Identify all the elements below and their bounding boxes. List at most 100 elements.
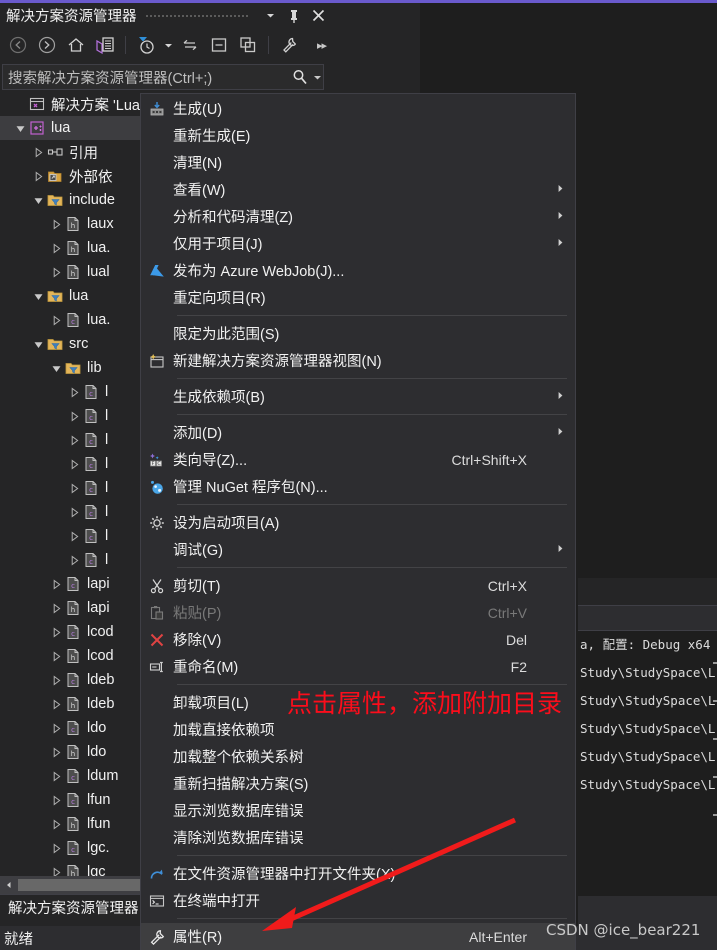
output-pane[interactable]: a, 配置: Debug x64 Study\StudySpace\L Study\… [578,631,717,896]
expander-collapsed-icon[interactable] [68,500,81,524]
expander-collapsed-icon[interactable] [50,788,63,812]
expander-expanded-icon[interactable] [14,116,27,140]
menu-item[interactable]: 重定向项目(R) [141,284,575,311]
menu-item[interactable]: 管理 NuGet 程序包(N)... [141,473,575,500]
expander-expanded-icon[interactable] [32,332,45,356]
pin-icon[interactable] [282,4,306,28]
menu-item[interactable]: 在终端中打开 [141,887,575,914]
expander-collapsed-icon[interactable] [50,740,63,764]
expander-collapsed-icon[interactable] [68,476,81,500]
close-icon[interactable] [306,4,330,28]
menu-item-shortcut: Ctrl+X [487,577,527,594]
expander-collapsed-icon[interactable] [50,236,63,260]
home-icon[interactable] [62,31,90,59]
tree-row-label: lua [51,120,71,136]
solution-explorer-toolbar[interactable]: ▸▸ [0,28,330,62]
expander-collapsed-icon[interactable] [68,548,81,572]
menu-item[interactable]: 重新生成(E) [141,122,575,149]
expander-collapsed-icon[interactable] [68,452,81,476]
expander-collapsed-icon[interactable] [50,812,63,836]
search-icon[interactable] [289,69,311,85]
expander-collapsed-icon[interactable] [32,140,45,164]
project-context-menu[interactable]: 生成(U) 重新生成(E) 清理(N) 查看(W) 分析和代码清理(Z) 仅用于项目(J)… [140,93,576,950]
menu-item[interactable]: 查看(W) [141,176,575,203]
c-file-icon: c [63,308,83,332]
sync-with-active-document-icon[interactable] [91,31,119,59]
expander-collapsed-icon[interactable] [68,404,81,428]
menu-item[interactable]: 剪切(T) Ctrl+X [141,572,575,599]
menu-item[interactable]: 发布为 Azure WebJob(J)... [141,257,575,284]
menu-item[interactable]: 显示浏览数据库错误 [141,797,575,824]
expander-collapsed-icon[interactable] [50,620,63,644]
class-wizard-icon: FC [141,446,173,473]
svg-text:c: c [89,534,93,542]
drag-handle-dots[interactable] [144,12,250,19]
expander-collapsed-icon[interactable] [50,692,63,716]
menu-item[interactable]: 移除(V) Del [141,626,575,653]
svg-text:F: F [152,461,155,467]
expander-collapsed-icon[interactable] [50,764,63,788]
expander-expanded-icon[interactable] [50,356,63,380]
expander-collapsed-icon[interactable] [50,260,63,284]
menu-item[interactable]: 添加(D) [141,419,575,446]
output-toolbar[interactable] [578,605,717,631]
toolbar-overflow-icon[interactable]: ▸▸ [317,39,327,52]
expander-collapsed-icon[interactable] [68,524,81,548]
expander-collapsed-icon[interactable] [50,644,63,668]
expander-expanded-icon[interactable] [32,284,45,308]
expander-collapsed-icon[interactable] [68,428,81,452]
forward-icon[interactable] [33,31,61,59]
search-input[interactable]: 搜索解决方案资源管理器(Ctrl+;) [2,64,324,90]
expander-collapsed-icon[interactable] [32,164,45,188]
menu-item[interactable]: 重命名(M) F2 [141,653,575,680]
menu-item-label: 类向导(Z)... [173,453,248,469]
menu-item[interactable]: 仅用于项目(J) [141,230,575,257]
svg-text:h: h [71,270,75,278]
menu-item[interactable]: 调试(G) [141,536,575,563]
expander-collapsed-icon[interactable] [50,716,63,740]
menu-item[interactable]: 清理(N) [141,149,575,176]
menu-item[interactable]: 分析和代码清理(Z) [141,203,575,230]
filter-folder-icon [45,284,65,308]
menu-item-shortcut: Ctrl+V [487,604,527,621]
expander-collapsed-icon[interactable] [50,308,63,332]
tab-solution-explorer[interactable]: 解决方案资源管理器 [0,895,148,920]
show-all-files-icon[interactable] [234,31,262,59]
refresh-icon[interactable] [176,31,204,59]
menu-item-label: 卸载项目(L) [173,696,249,712]
menu-item[interactable]: 限定为此范围(S) [141,320,575,347]
pending-changes-filter-icon[interactable] [132,31,160,59]
collapse-all-icon[interactable] [205,31,233,59]
properties-icon[interactable] [275,31,303,59]
menu-item[interactable]: 重新扫描解决方案(S) [141,770,575,797]
scroll-left-icon[interactable] [0,876,17,894]
menu-item[interactable]: 设为启动项目(A) [141,509,575,536]
menu-item[interactable]: 属性(R) Alt+Enter [141,923,575,950]
expander-collapsed-icon[interactable] [50,596,63,620]
output-line: Study\StudySpace\L [580,693,716,708]
c-file-icon: c [63,788,83,812]
back-icon[interactable] [4,31,32,59]
filter-dropdown-caret[interactable] [161,31,175,59]
expander-collapsed-icon[interactable] [68,380,81,404]
menu-item[interactable]: 新建解决方案资源管理器视图(N) [141,347,575,374]
menu-item[interactable]: 加载直接依赖项 [141,716,575,743]
expander-collapsed-icon[interactable] [50,860,63,876]
menu-item[interactable]: 加载整个依赖关系树 [141,743,575,770]
expander-collapsed-icon[interactable] [50,572,63,596]
menu-item-label: 重命名(M) [173,660,239,676]
window-dropdown-icon[interactable] [258,4,282,28]
menu-item[interactable]: 清除浏览数据库错误 [141,824,575,851]
menu-item-no-icon [141,230,173,257]
search-dropdown-caret[interactable] [311,73,323,82]
menu-item[interactable]: 生成依赖项(B) [141,383,575,410]
expander-expanded-icon[interactable] [32,188,45,212]
expander-collapsed-icon[interactable] [50,836,63,860]
c-file-icon: c [81,476,101,500]
expander-collapsed-icon[interactable] [50,212,63,236]
menu-item[interactable]: F C 类向导(Z)... Ctrl+Shift+X [141,446,575,473]
menu-item[interactable]: 在文件资源管理器中打开文件夹(X) [141,860,575,887]
menu-item[interactable]: 生成(U) [141,95,575,122]
expander-collapsed-icon[interactable] [50,668,63,692]
azure-icon [141,257,173,284]
